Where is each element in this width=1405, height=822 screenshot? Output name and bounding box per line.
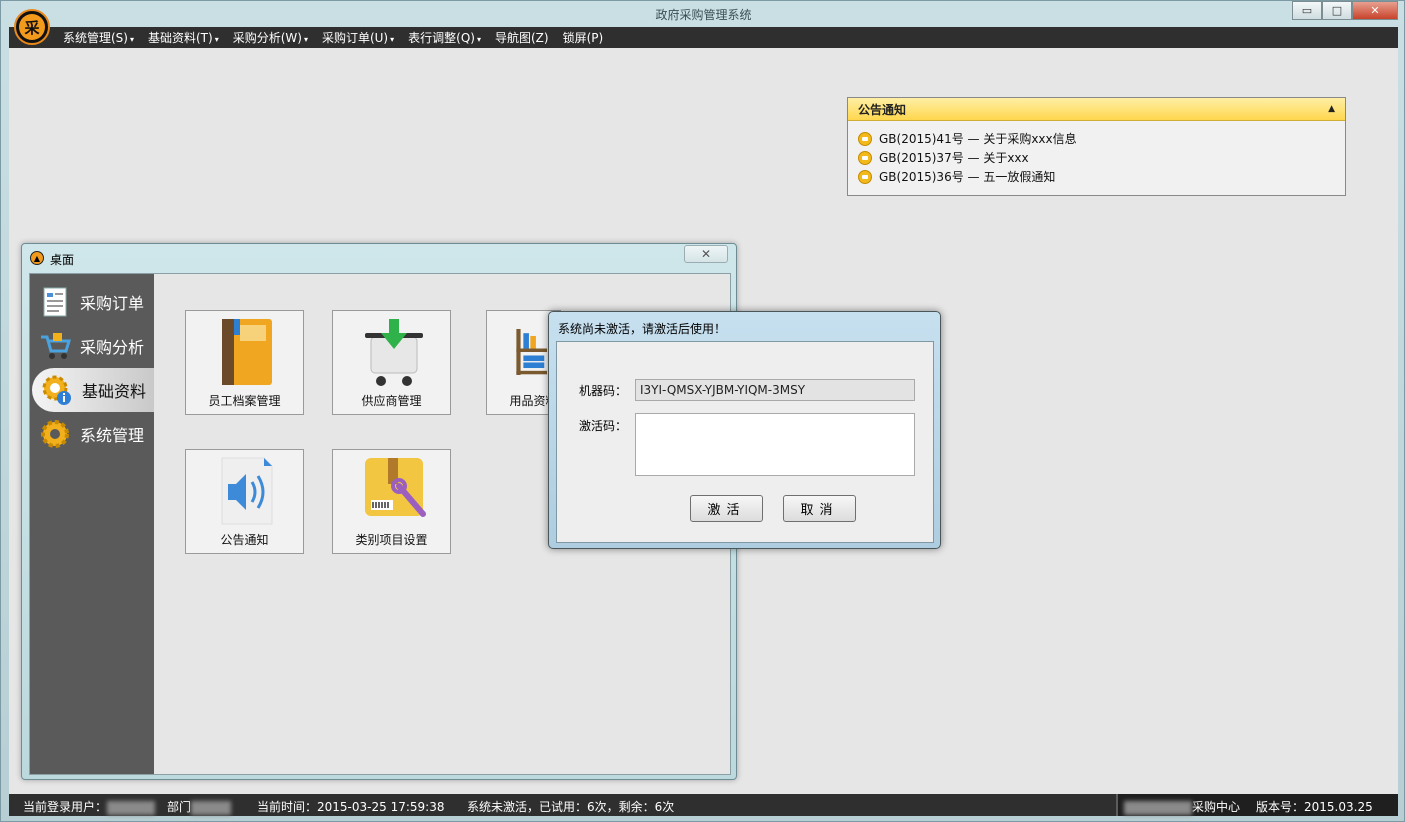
status-right: 采购中心 版本号：2015.03.25 <box>1116 794 1398 816</box>
nav-label: 采购分析 <box>80 338 145 357</box>
gear-info-icon <box>42 375 71 405</box>
desktop-close-button[interactable]: ✕ <box>684 245 728 263</box>
close-button[interactable]: ✕ <box>1352 1 1398 20</box>
menu-table-adjust[interactable]: 表行调整(Q) ▾ <box>408 29 481 46</box>
tile-category-settings[interactable]: 类别项目设置 <box>332 449 451 554</box>
nav-item-system[interactable]: 系统管理 <box>30 412 154 456</box>
title-bar: 政府采购管理系统 ▭ □ ✕ <box>1 1 1405 27</box>
status-center: 采购中心 <box>1124 798 1240 815</box>
chevron-down-icon: ▾ <box>214 35 219 44</box>
nav-item-basic-data[interactable]: 基础资料 <box>32 368 154 412</box>
machine-code-label: 机器码： <box>579 384 628 398</box>
cart-download-icon <box>365 319 423 386</box>
chevron-down-icon: ▾ <box>129 35 134 44</box>
status-time-label: 当前时间： <box>257 800 318 814</box>
nav-label: 采购订单 <box>80 294 145 313</box>
notice-item[interactable]: GB(2015)36号 — 五一放假通知 <box>858 167 1345 186</box>
status-center-label: 采购中心 <box>1192 800 1241 814</box>
notice-item[interactable]: GB(2015)37号 — 关于xxx <box>858 148 1345 167</box>
notice-item-text: GB(2015)37号 — 关于xxx <box>879 151 1029 165</box>
status-user-label: 当前登录用户： <box>23 800 108 814</box>
status-version: 版本号：2015.03.25 <box>1256 798 1373 815</box>
app-logo[interactable]: 采 <box>14 9 50 45</box>
message-icon <box>858 169 872 184</box>
redacted-dept <box>191 800 232 815</box>
menu-label: 基础资料(T) <box>148 31 213 45</box>
cart-icon <box>41 333 72 359</box>
gear-icon <box>41 420 69 448</box>
side-nav: 采购订单 采购分析 基础资料 系统管理 <box>30 274 154 774</box>
menu-system[interactable]: 系统管理(S) ▾ <box>63 29 134 46</box>
activation-code-input[interactable] <box>635 413 915 476</box>
tile-label: 公告通知 <box>220 533 269 547</box>
notice-item-text: GB(2015)41号 — 关于采购xxx信息 <box>879 132 1077 146</box>
chevron-down-icon: ▾ <box>390 35 395 44</box>
chevron-down-icon: ▾ <box>303 35 308 44</box>
speaker-icon <box>221 457 273 525</box>
notice-item[interactable]: GB(2015)41号 — 关于采购xxx信息 <box>858 129 1345 148</box>
desktop-window-title: 桌面 <box>50 253 75 267</box>
dialog-title: 系统尚未激活，请激活后使用！ <box>558 322 727 336</box>
binder-icon <box>222 319 272 385</box>
redacted-center <box>1124 800 1192 815</box>
menu-label: 系统管理(S) <box>63 31 128 45</box>
cancel-button[interactable]: 取消 <box>783 495 856 522</box>
menu-label: 锁屏(P) <box>562 31 604 45</box>
status-user: 当前登录用户： <box>23 798 156 815</box>
status-dept: 部门 <box>167 798 232 815</box>
activation-code-label: 激活码： <box>579 419 628 433</box>
menu-basic-data[interactable]: 基础资料(T) ▾ <box>148 29 219 46</box>
tile-label: 供应商管理 <box>361 394 422 408</box>
notice-panel: 公告通知 ▲ GB(2015)41号 — 关于采购xxx信息 GB(2015)3… <box>847 97 1346 196</box>
tile-label: 类别项目设置 <box>355 533 428 547</box>
status-dept-label: 部门 <box>167 800 192 814</box>
machine-code-field[interactable]: I3YI-QMSX-YJBM-YIQM-3MSY <box>635 379 915 401</box>
notice-title: 公告通知 <box>858 102 907 117</box>
status-time-value: 2015-03-25 17:59:38 <box>317 800 445 814</box>
notice-item-text: GB(2015)36号 — 五一放假通知 <box>879 170 1056 184</box>
menu-label: 采购订单(U) <box>321 31 389 45</box>
activation-dialog: 系统尚未激活，请激活后使用！ 机器码： I3YI-QMSX-YJBM-YIQM-… <box>548 311 941 549</box>
document-icon <box>43 287 67 317</box>
minimize-button[interactable]: ▭ <box>1292 1 1322 20</box>
menu-orders[interactable]: 采购订单(U) ▾ <box>322 29 394 46</box>
app-window: 政府采购管理系统 ▭ □ ✕ 采 系统管理(S) ▾ 基础资料(T) ▾ 采购分析(… <box>0 0 1405 822</box>
nav-item-analysis[interactable]: 采购分析 <box>30 324 154 368</box>
message-icon <box>858 150 872 165</box>
tile-label: 员工档案管理 <box>208 394 281 408</box>
activate-button[interactable]: 激活 <box>690 495 763 522</box>
menu-label: 采购分析(W) <box>232 31 302 45</box>
menu-navigation[interactable]: 导航图(Z) <box>495 29 549 46</box>
desktop-window-icon: ▲ <box>30 251 44 265</box>
status-version-value: 2015.03.25 <box>1304 800 1373 814</box>
status-time: 当前时间：2015-03-25 17:59:38 <box>257 798 444 815</box>
tile-announcements[interactable]: 公告通知 <box>185 449 304 554</box>
collapse-icon[interactable]: ▲ <box>1328 104 1335 114</box>
status-bar: 当前登录用户： 部门 当前时间：2015-03-25 17:59:38 系统未激… <box>9 794 1398 816</box>
menu-label: 表行调整(Q) <box>408 31 475 45</box>
maximize-button[interactable]: □ <box>1322 1 1352 20</box>
status-activation: 系统未激活，已试用：6次，剩余：6次 <box>467 800 675 814</box>
notice-list: GB(2015)41号 — 关于采购xxx信息 GB(2015)37号 — 关于… <box>848 121 1345 186</box>
nav-label: 系统管理 <box>80 426 145 445</box>
box-wrench-icon <box>365 458 426 517</box>
chevron-down-icon: ▾ <box>476 35 481 44</box>
menu-label: 导航图(Z) <box>494 31 549 45</box>
window-controls: ▭ □ ✕ <box>1292 1 1398 20</box>
dialog-body: 机器码： I3YI-QMSX-YJBM-YIQM-3MSY 激活码： 激活 取消 <box>556 341 934 543</box>
menu-lock-screen[interactable]: 锁屏(P) <box>563 29 604 46</box>
menu-analysis[interactable]: 采购分析(W) ▾ <box>233 29 308 46</box>
status-version-label: 版本号： <box>1256 800 1305 814</box>
app-logo-char: 采 <box>19 14 45 40</box>
redacted-user <box>107 800 156 815</box>
app-title: 政府采购管理系统 <box>655 8 752 22</box>
message-icon <box>858 131 872 146</box>
tile-supplier-management[interactable]: 供应商管理 <box>332 310 451 415</box>
menu-bar: 系统管理(S) ▾ 基础资料(T) ▾ 采购分析(W) ▾ 采购订单(U) ▾ 表行调整… <box>9 27 1398 48</box>
nav-label: 基础资料 <box>82 382 147 401</box>
nav-item-orders[interactable]: 采购订单 <box>30 280 154 324</box>
tile-employee-records[interactable]: 员工档案管理 <box>185 310 304 415</box>
notice-header[interactable]: 公告通知 ▲ <box>848 98 1345 121</box>
